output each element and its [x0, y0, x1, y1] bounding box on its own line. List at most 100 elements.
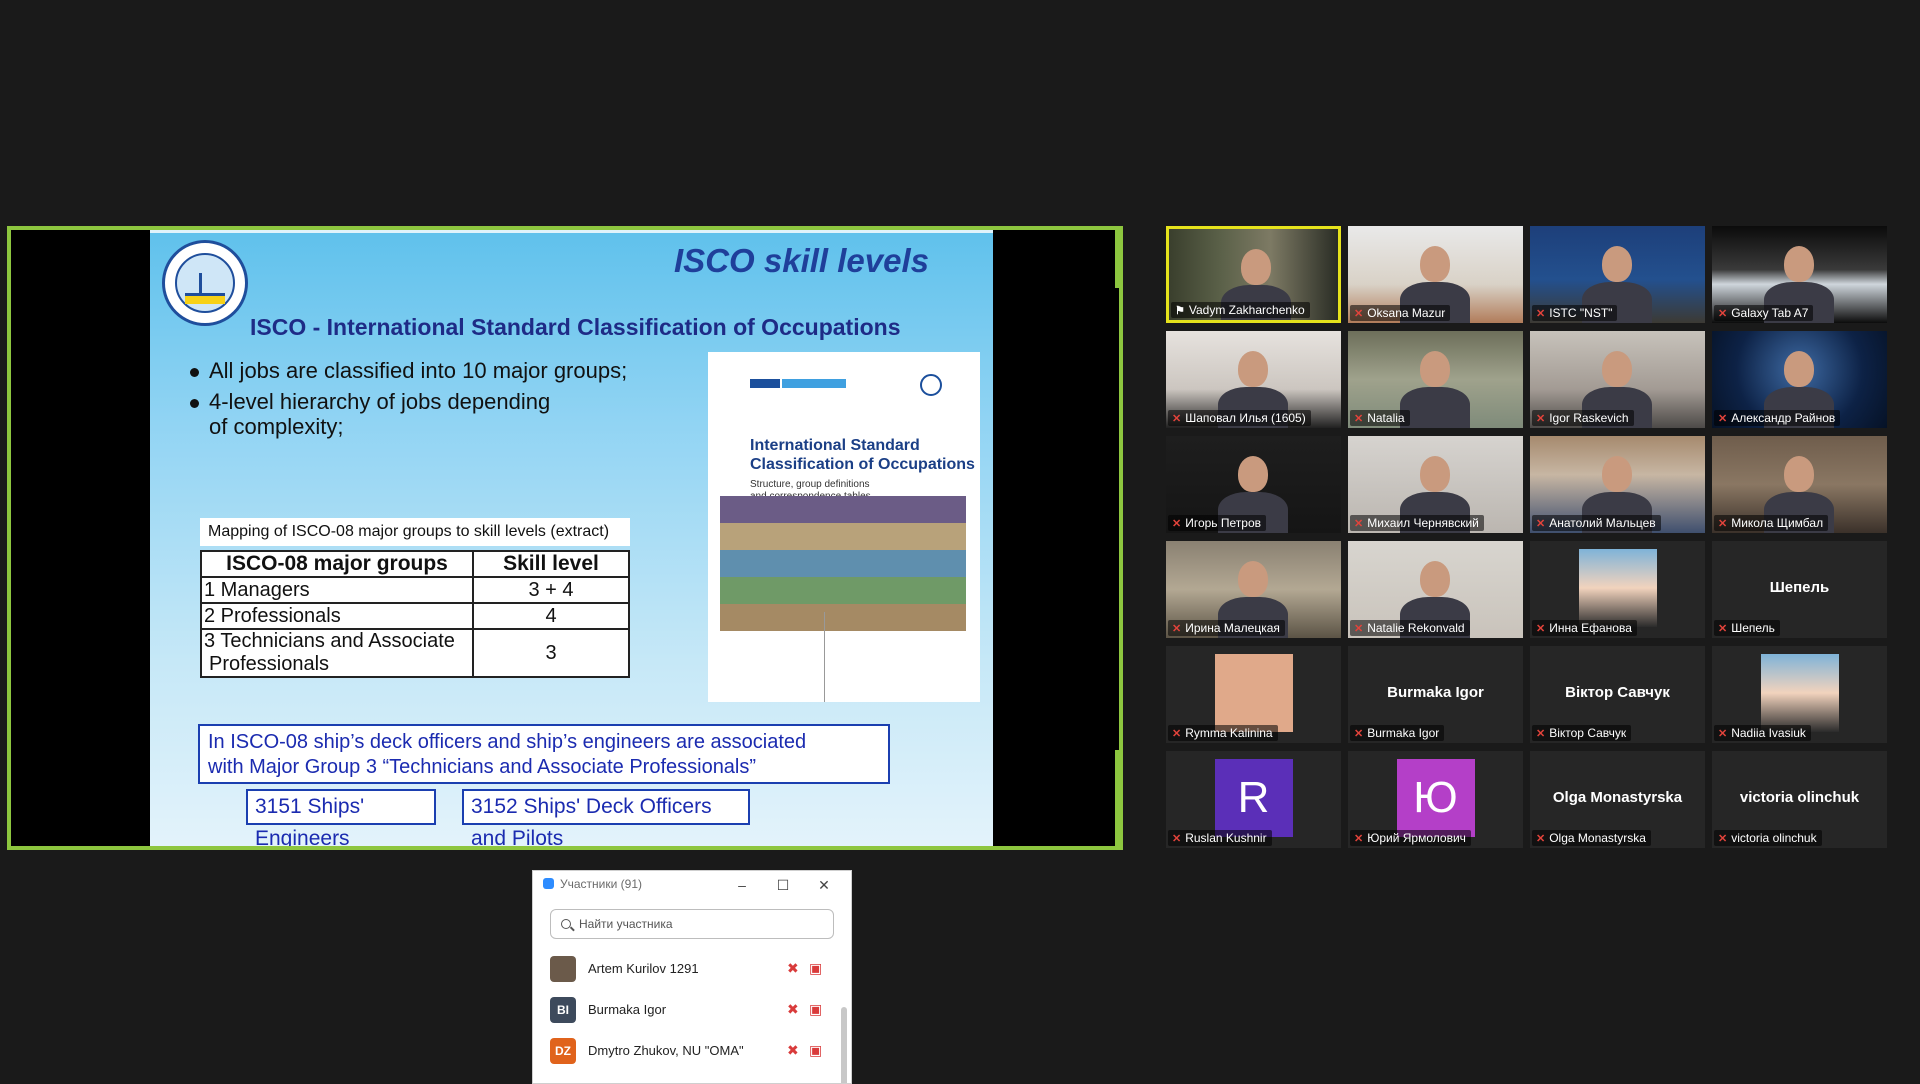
mic-muted-icon: ✕ [1536, 623, 1546, 635]
close-button[interactable]: ✕ [811, 873, 837, 897]
mic-muted-icon: ✕ [1536, 308, 1546, 320]
video-off-icon[interactable]: ▣ [809, 1001, 822, 1018]
mic-muted-icon: ✕ [1172, 518, 1182, 530]
participant-tile[interactable]: ✕ Galaxy Tab A7 [1712, 226, 1887, 323]
participant-tile[interactable]: ✕ Oksana Mazur [1348, 226, 1523, 323]
participant-tile[interactable]: ✕ Natalia [1348, 331, 1523, 428]
slide-title: ISCO skill levels [674, 242, 929, 279]
mic-muted-icon: ✕ [1718, 728, 1728, 740]
participant-name-label: ✕ Микола Щимбал [1714, 515, 1829, 531]
participant-tile[interactable]: ✕ Nadiia Ivasiuk [1712, 646, 1887, 743]
participant-search-input[interactable]: Найти участника [550, 909, 834, 939]
participant-name-label: ✕ Igor Raskevich [1532, 410, 1634, 426]
participant-row[interactable]: BI Burmaka Igor ✖ ▣ [533, 988, 843, 1028]
table-caption: Mapping of ISCO-08 major groups to skill… [200, 518, 630, 546]
callout-box: In ISCO-08 ship’s deck officers and ship… [198, 724, 890, 784]
participant-tile[interactable]: ⚑ Vadym Zakharchenko [1166, 226, 1341, 323]
profile-photo [1578, 549, 1657, 627]
participant-display-name: Віктор Савчук [1565, 684, 1670, 701]
participant-name-label: ✕ ISTC "NST" [1532, 305, 1618, 321]
mic-muted-icon[interactable]: ✖ [787, 1001, 799, 1018]
participant-tile[interactable]: Шепель ✕ Шепель [1712, 541, 1887, 638]
participant-tile[interactable]: ✕ Natalie Rekonvald [1348, 541, 1523, 638]
participant-row[interactable]: DZ Dmytro Zhukov, NU "OMA" ✖ ▣ [533, 1029, 843, 1069]
participant-name-label: ✕ Ирина Малецкая [1168, 620, 1285, 636]
video-gallery: ⚑ Vadym Zakharchenko ✕ Oksana Mazur ✕ ISTC "N… [1166, 226, 1892, 852]
participant-tile[interactable]: ✕ Игорь Петров [1166, 436, 1341, 533]
participant-name-label: ✕ victoria olinchuk [1714, 830, 1822, 846]
presentation-slide: ISCO skill levels ISCO - International S… [150, 230, 993, 846]
participant-tile[interactable]: Ю ✕ Юрий Ярмолович [1348, 751, 1523, 848]
participant-tile[interactable]: Burmaka Igor ✕ Burmaka Igor [1348, 646, 1523, 743]
participant-tile[interactable]: ✕ Igor Raskevich [1530, 331, 1705, 428]
mic-muted-icon[interactable]: ✖ [787, 960, 799, 977]
participant-name-label: ✕ Olga Monastyrska [1532, 830, 1651, 846]
participant-name-label: ✕ Ruslan Kushnir [1168, 830, 1272, 846]
participant-name-label: ✕ Игорь Петров [1168, 515, 1267, 531]
participant-name-label: ✕ Шаповал Илья (1605) [1168, 410, 1311, 426]
participant-name-label: ✕ Юрий Ярмолович [1350, 830, 1471, 846]
mic-muted-icon: ✕ [1718, 518, 1728, 530]
avatar: DZ [550, 1038, 576, 1064]
participant-name-label: ✕ Nadiia Ivasiuk [1714, 725, 1811, 741]
participant-row[interactable]: Artem Kurilov 1291 ✖ ▣ [533, 947, 843, 987]
participant-tile[interactable]: ✕ Микола Щимбал [1712, 436, 1887, 533]
bullet-2-cont: of complexity; [209, 414, 344, 439]
mic-muted-icon: ✕ [1354, 308, 1364, 320]
minimize-button[interactable]: – [729, 873, 755, 897]
avatar-letter: Ю [1396, 759, 1475, 837]
participant-tile[interactable]: ✕ Rymma Kalinina [1166, 646, 1341, 743]
mic-muted-icon: ✕ [1718, 623, 1728, 635]
participant-tile[interactable]: victoria olinchuk ✕ victoria olinchuk [1712, 751, 1887, 848]
mic-muted-icon: ✕ [1354, 623, 1364, 635]
table-header: Skill level [472, 550, 630, 578]
participant-name-label: ✕ Инна Ефанова [1532, 620, 1637, 636]
participant-name-label: ✕ Burmaka Igor [1350, 725, 1445, 741]
participant-tile[interactable]: Olga Monastyrska ✕ Olga Monastyrska [1530, 751, 1705, 848]
participant-name: Dmytro Zhukov, NU "OMA" [588, 1043, 744, 1058]
participant-display-name: Шепель [1769, 579, 1830, 596]
avatar [550, 956, 576, 982]
participant-tile[interactable]: R ✕ Ruslan Kushnir [1166, 751, 1341, 848]
participant-tile[interactable]: ✕ Ирина Малецкая [1166, 541, 1341, 638]
participant-name-label: ✕ Natalia [1350, 410, 1410, 426]
table-row: 2 Professionals 4 [200, 602, 630, 630]
mic-muted-icon: ✕ [1172, 413, 1182, 425]
participant-tile[interactable]: ✕ Шаповал Илья (1605) [1166, 331, 1341, 428]
participants-scrollbar[interactable] [841, 1007, 847, 1083]
avatar: BI [550, 997, 576, 1023]
participant-tile[interactable]: Віктор Савчук ✕ Віктор Савчук [1530, 646, 1705, 743]
participants-panel[interactable]: Участники (91) – ☐ ✕ Найти участника Art… [532, 870, 852, 1084]
slide-subtitle: ISCO - International Standard Classifica… [250, 314, 901, 340]
participant-tile[interactable]: ✕ Александр Райнов [1712, 331, 1887, 428]
mic-muted-icon: ✕ [1536, 833, 1546, 845]
mic-muted-icon: ✕ [1172, 623, 1182, 635]
isco-book-cover: International Standard Classification of … [708, 352, 980, 702]
table-row: 1 Managers 3 + 4 [200, 576, 630, 604]
zoom-icon [543, 878, 554, 889]
mic-muted-icon: ✕ [1172, 833, 1182, 845]
profile-photo [1214, 654, 1293, 732]
table-header: ISCO-08 major groups [200, 550, 474, 578]
participant-name-label: ✕ Анатолий Мальцев [1532, 515, 1661, 531]
participant-tile[interactable]: ✕ Инна Ефанова [1530, 541, 1705, 638]
code-deck-officers: 3152 Ships' Deck Officers and Pilots [462, 789, 750, 846]
share-indicator-top [1115, 230, 1119, 288]
participant-tile[interactable]: ✕ Анатолий Мальцев [1530, 436, 1705, 533]
participant-tile[interactable]: ✕ ISTC "NST" [1530, 226, 1705, 323]
table-row: 3 Technicians and Associate Professionals… [200, 628, 630, 678]
bullet-1: All jobs are classified into 10 major gr… [190, 358, 627, 383]
mic-muted-icon: ✕ [1354, 728, 1364, 740]
participant-name-label: ✕ Александр Райнов [1714, 410, 1841, 426]
mic-muted-icon: ✕ [1354, 518, 1364, 530]
search-icon [561, 919, 571, 929]
mic-on-icon: ⚑ [1175, 305, 1185, 317]
participant-tile[interactable]: ✕ Михаил Чернявский [1348, 436, 1523, 533]
mic-muted-icon[interactable]: ✖ [787, 1042, 799, 1059]
profile-photo [1760, 654, 1839, 732]
shared-screen[interactable]: ISCO skill levels ISCO - International S… [7, 226, 1123, 850]
video-off-icon[interactable]: ▣ [809, 1042, 822, 1059]
code-ships-engineers: 3151 Ships' Engineers [246, 789, 436, 846]
video-off-icon[interactable]: ▣ [809, 960, 822, 977]
maximize-button[interactable]: ☐ [770, 873, 796, 897]
